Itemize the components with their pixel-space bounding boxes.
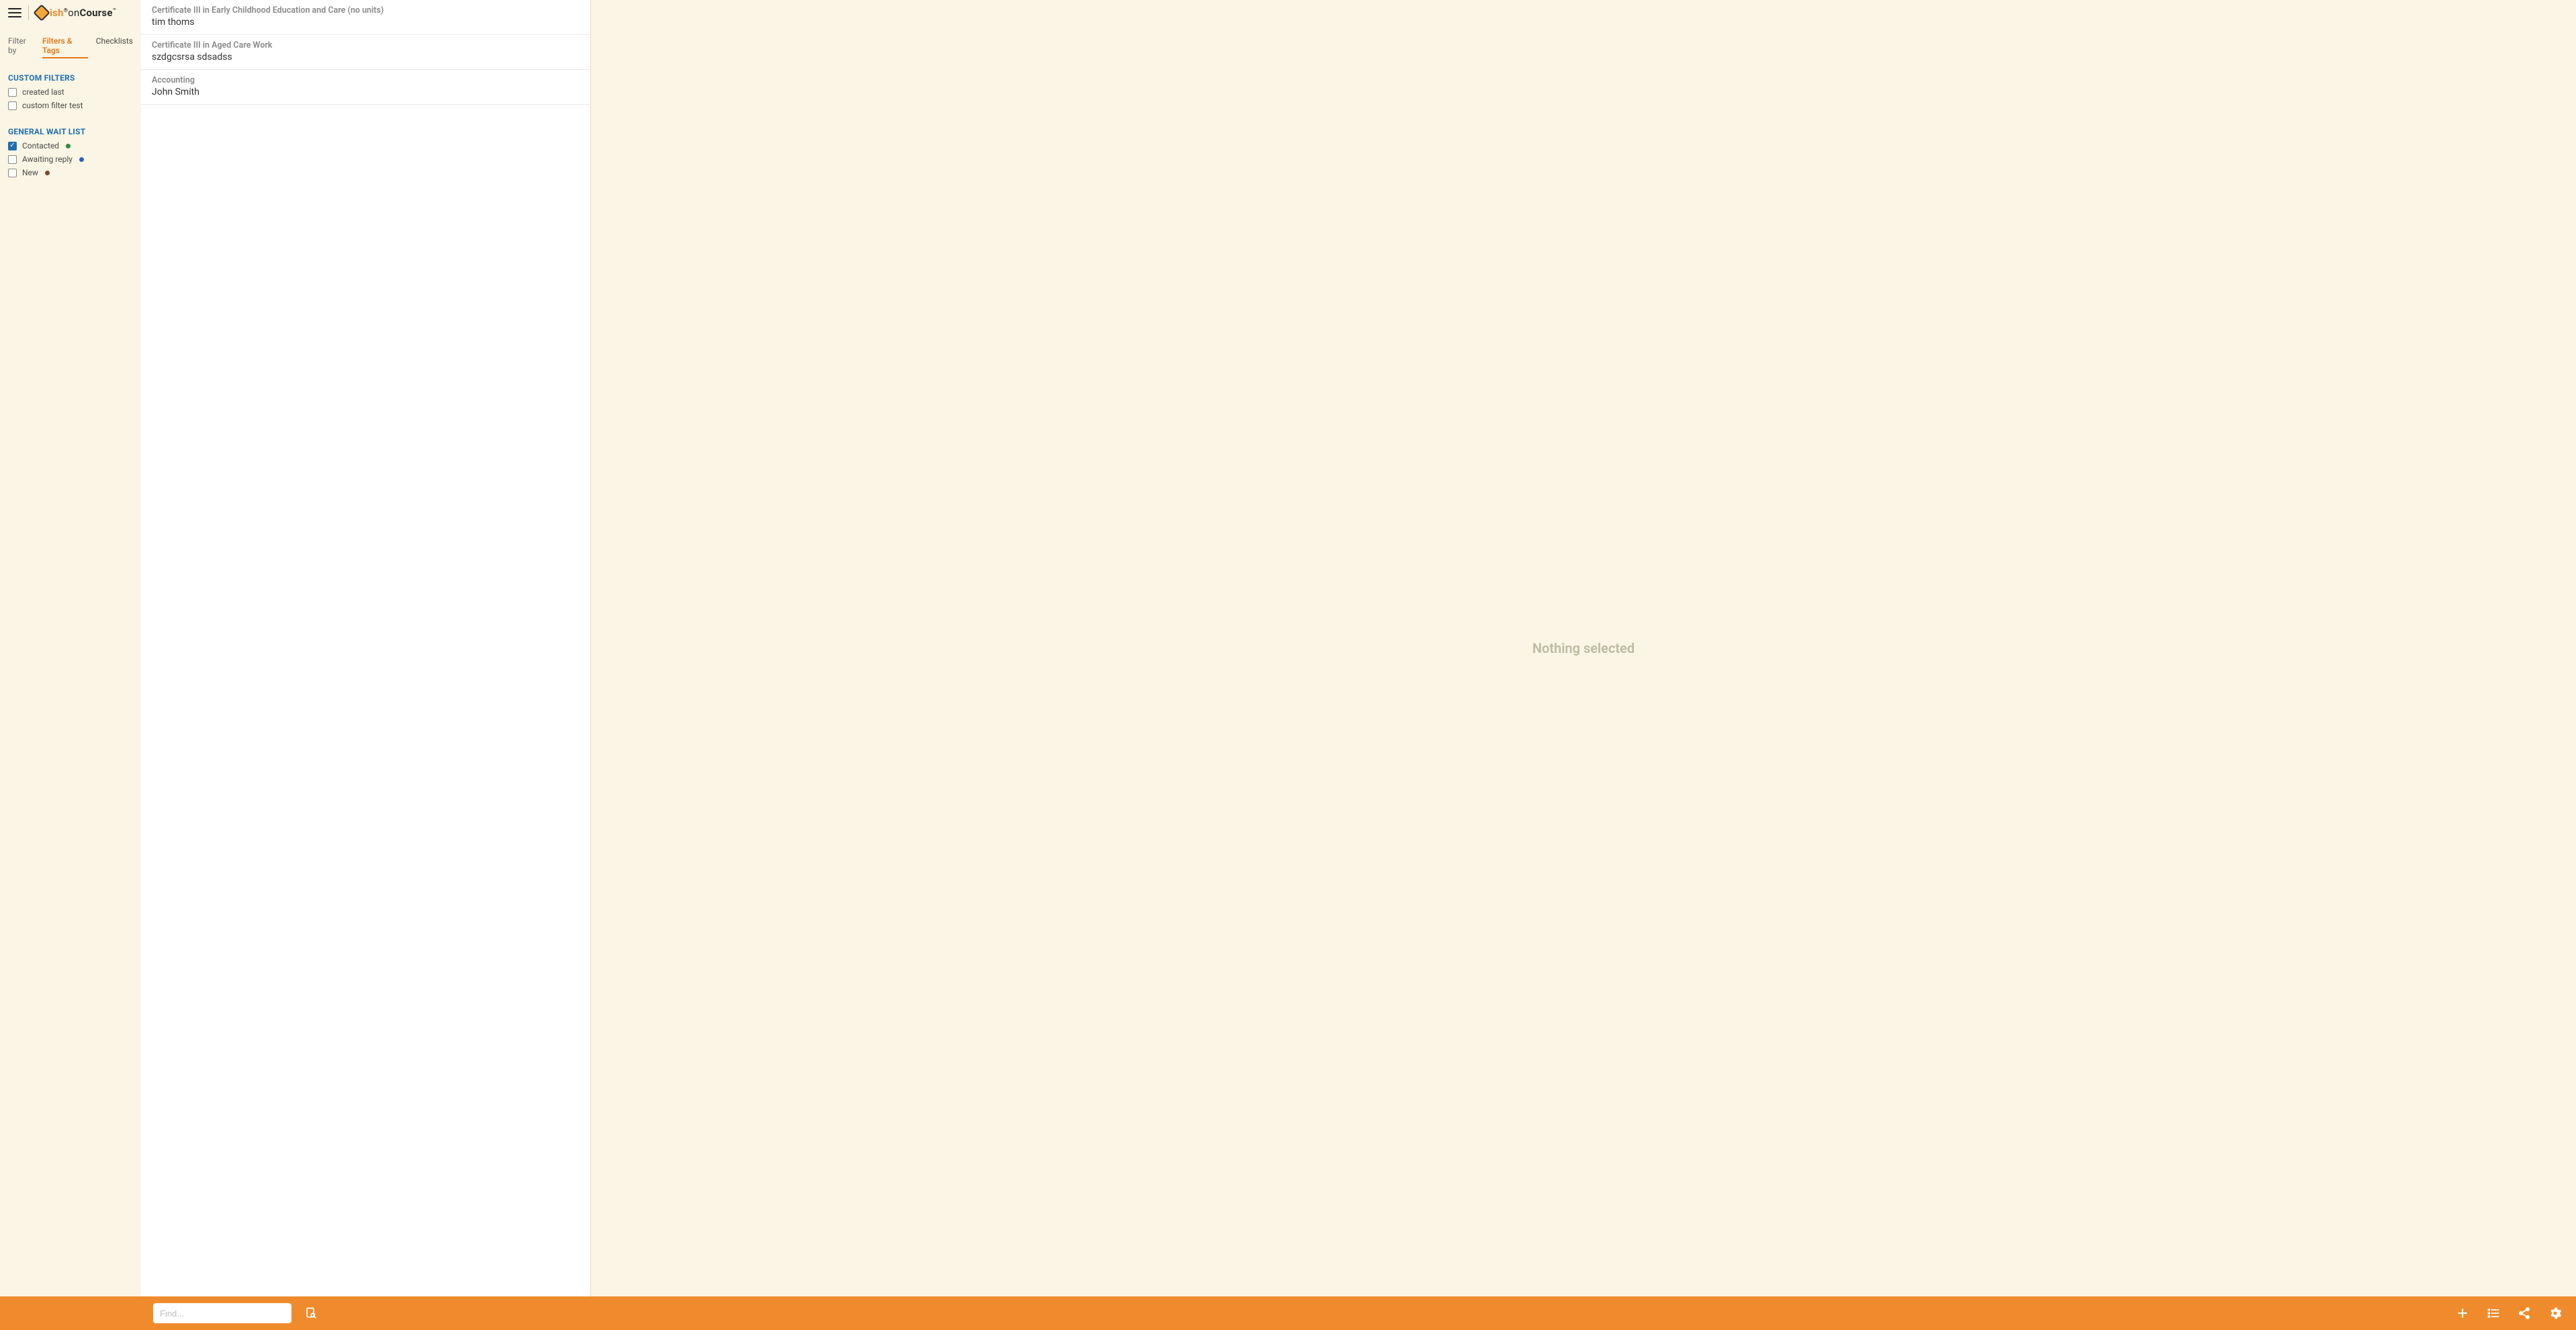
filter-contacted[interactable]: Contacted xyxy=(8,139,133,152)
list-item-title: Accounting xyxy=(152,75,580,85)
filter-tabs: Filter by Filters & Tags Checklists xyxy=(8,36,133,58)
filter-label: New xyxy=(22,168,38,177)
status-dot-icon xyxy=(45,171,50,175)
list-item[interactable]: Certificate III in Aged Care Work szdgcs… xyxy=(141,35,590,70)
checkbox-icon[interactable] xyxy=(8,169,17,177)
filter-custom-filter-test[interactable]: custom filter test xyxy=(8,99,133,112)
filter-awaiting-reply[interactable]: Awaiting reply xyxy=(8,152,133,166)
brand-separator xyxy=(28,5,29,20)
nothing-selected-text: Nothing selected xyxy=(1532,640,1635,656)
list-item-sub: tim thoms xyxy=(152,17,580,28)
filter-new[interactable]: New xyxy=(8,166,133,179)
detail-panel: Nothing selected xyxy=(591,0,2576,1296)
status-dot-icon xyxy=(79,157,84,162)
list-item-sub: John Smith xyxy=(152,87,580,97)
brand-diamond-icon xyxy=(33,4,50,21)
filter-label: Awaiting reply xyxy=(22,154,73,164)
brand-logo[interactable]: ish®onCourse™ xyxy=(36,7,116,19)
brand-row: ish®onCourse™ xyxy=(8,0,133,26)
filter-label: custom filter test xyxy=(22,101,83,110)
filter-created-last[interactable]: created last xyxy=(8,85,133,99)
advanced-search-icon[interactable] xyxy=(304,1306,318,1321)
brand-text: ish®onCourse™ xyxy=(50,7,116,19)
sidebar: ish®onCourse™ Filter by Filters & Tags C… xyxy=(0,0,141,1296)
section-title-general-wait-list: GENERAL WAIT LIST xyxy=(8,127,133,136)
search-input[interactable] xyxy=(153,1303,291,1323)
share-icon[interactable] xyxy=(2517,1306,2532,1321)
checkbox-icon[interactable] xyxy=(8,88,17,97)
bottom-bar xyxy=(0,1296,2576,1330)
tab-filters-tags[interactable]: Filters & Tags xyxy=(42,36,88,58)
list-item-sub: szdgcsrsa sdsadss xyxy=(152,52,580,62)
section-title-custom-filters: CUSTOM FILTERS xyxy=(8,73,133,83)
checkbox-icon[interactable] xyxy=(8,101,17,110)
list-item[interactable]: Accounting John Smith xyxy=(141,70,590,105)
list-column: Certificate III in Early Childhood Educa… xyxy=(141,0,591,1296)
add-icon[interactable] xyxy=(2455,1306,2470,1321)
filter-by-label: Filter by xyxy=(8,36,34,55)
filter-label: Contacted xyxy=(22,141,59,150)
tab-checklists[interactable]: Checklists xyxy=(96,36,133,48)
gear-icon[interactable] xyxy=(2548,1306,2563,1321)
app-shell: ish®onCourse™ Filter by Filters & Tags C… xyxy=(0,0,2576,1296)
hamburger-icon[interactable] xyxy=(8,6,21,19)
bottom-bar-actions xyxy=(2455,1306,2563,1321)
list-item-title: Certificate III in Aged Care Work xyxy=(152,40,580,50)
status-dot-icon xyxy=(66,144,71,148)
filter-label: created last xyxy=(22,87,64,97)
checkbox-icon[interactable] xyxy=(8,155,17,164)
list-item[interactable]: Certificate III in Early Childhood Educa… xyxy=(141,0,590,35)
view-toggle-icon[interactable] xyxy=(2486,1306,2501,1321)
checkbox-icon[interactable] xyxy=(8,142,17,150)
list-item-title: Certificate III in Early Childhood Educa… xyxy=(152,5,580,15)
